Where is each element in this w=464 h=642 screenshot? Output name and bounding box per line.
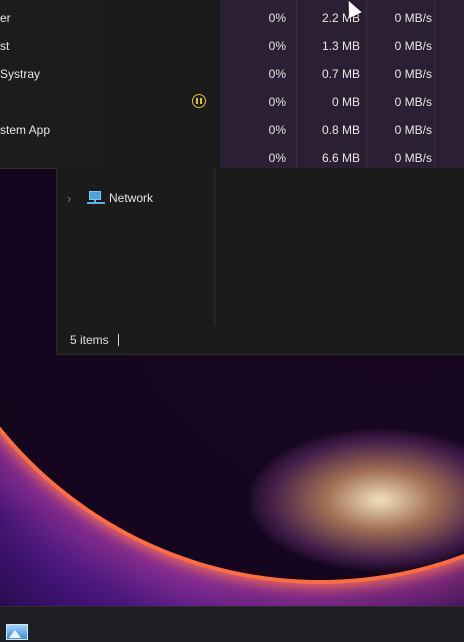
process-name: Systray	[0, 67, 41, 81]
memory-value: 0.7 MB	[321, 67, 360, 81]
process-row[interactable]: er 0% 2.2 MB 0 MB/s	[0, 2, 464, 30]
paused-status-icon	[192, 94, 206, 108]
process-row[interactable]: 0% 0 MB 0 MB/s	[0, 86, 464, 114]
disk-value: 0 MB/s	[394, 151, 432, 165]
disk-value: 0 MB/s	[394, 11, 432, 25]
memory-value: 6.6 MB	[321, 151, 360, 165]
process-name: stem App	[0, 123, 51, 137]
chevron-right-icon[interactable]: ›	[67, 191, 77, 206]
process-row[interactable]: 0% 6.6 MB 0 MB/s	[0, 142, 464, 170]
file-list-pane[interactable]	[216, 168, 464, 326]
taskbar	[0, 606, 464, 642]
navigation-pane: › Network	[57, 168, 216, 326]
item-count: 5 items	[70, 333, 109, 347]
cpu-value: 0%	[268, 11, 286, 25]
memory-value: 0.8 MB	[321, 123, 360, 137]
cpu-value: 0%	[268, 39, 286, 53]
network-icon	[87, 191, 105, 205]
cpu-value: 0%	[268, 151, 286, 165]
disk-value: 0 MB/s	[394, 39, 432, 53]
disk-value: 0 MB/s	[394, 67, 432, 81]
cpu-value: 0%	[268, 67, 286, 81]
cpu-value: 0%	[268, 123, 286, 137]
memory-value: 0 MB	[331, 95, 360, 109]
process-name: er	[0, 11, 11, 25]
nav-item-label: Network	[109, 191, 154, 205]
status-bar: 5 items	[57, 326, 464, 354]
disk-value: 0 MB/s	[394, 123, 432, 137]
process-row[interactable]: stem App 0% 0.8 MB 0 MB/s	[0, 114, 464, 142]
photos-app-icon[interactable]	[6, 624, 28, 640]
process-row[interactable]: Systray 0% 0.7 MB 0 MB/s	[0, 58, 464, 86]
status-divider	[118, 334, 119, 346]
process-row[interactable]: st 0% 1.3 MB 0 MB/s	[0, 30, 464, 58]
process-name: st	[0, 39, 10, 53]
memory-value: 1.3 MB	[321, 39, 360, 53]
task-manager-window: er 0% 2.2 MB 0 MB/s st 0% 1.3 MB 0 MB/s …	[0, 0, 464, 169]
nav-item-network[interactable]: › Network	[67, 188, 153, 208]
cpu-value: 0%	[268, 95, 286, 109]
disk-value: 0 MB/s	[394, 95, 432, 109]
file-explorer-window: › Network 5 items	[56, 168, 464, 355]
